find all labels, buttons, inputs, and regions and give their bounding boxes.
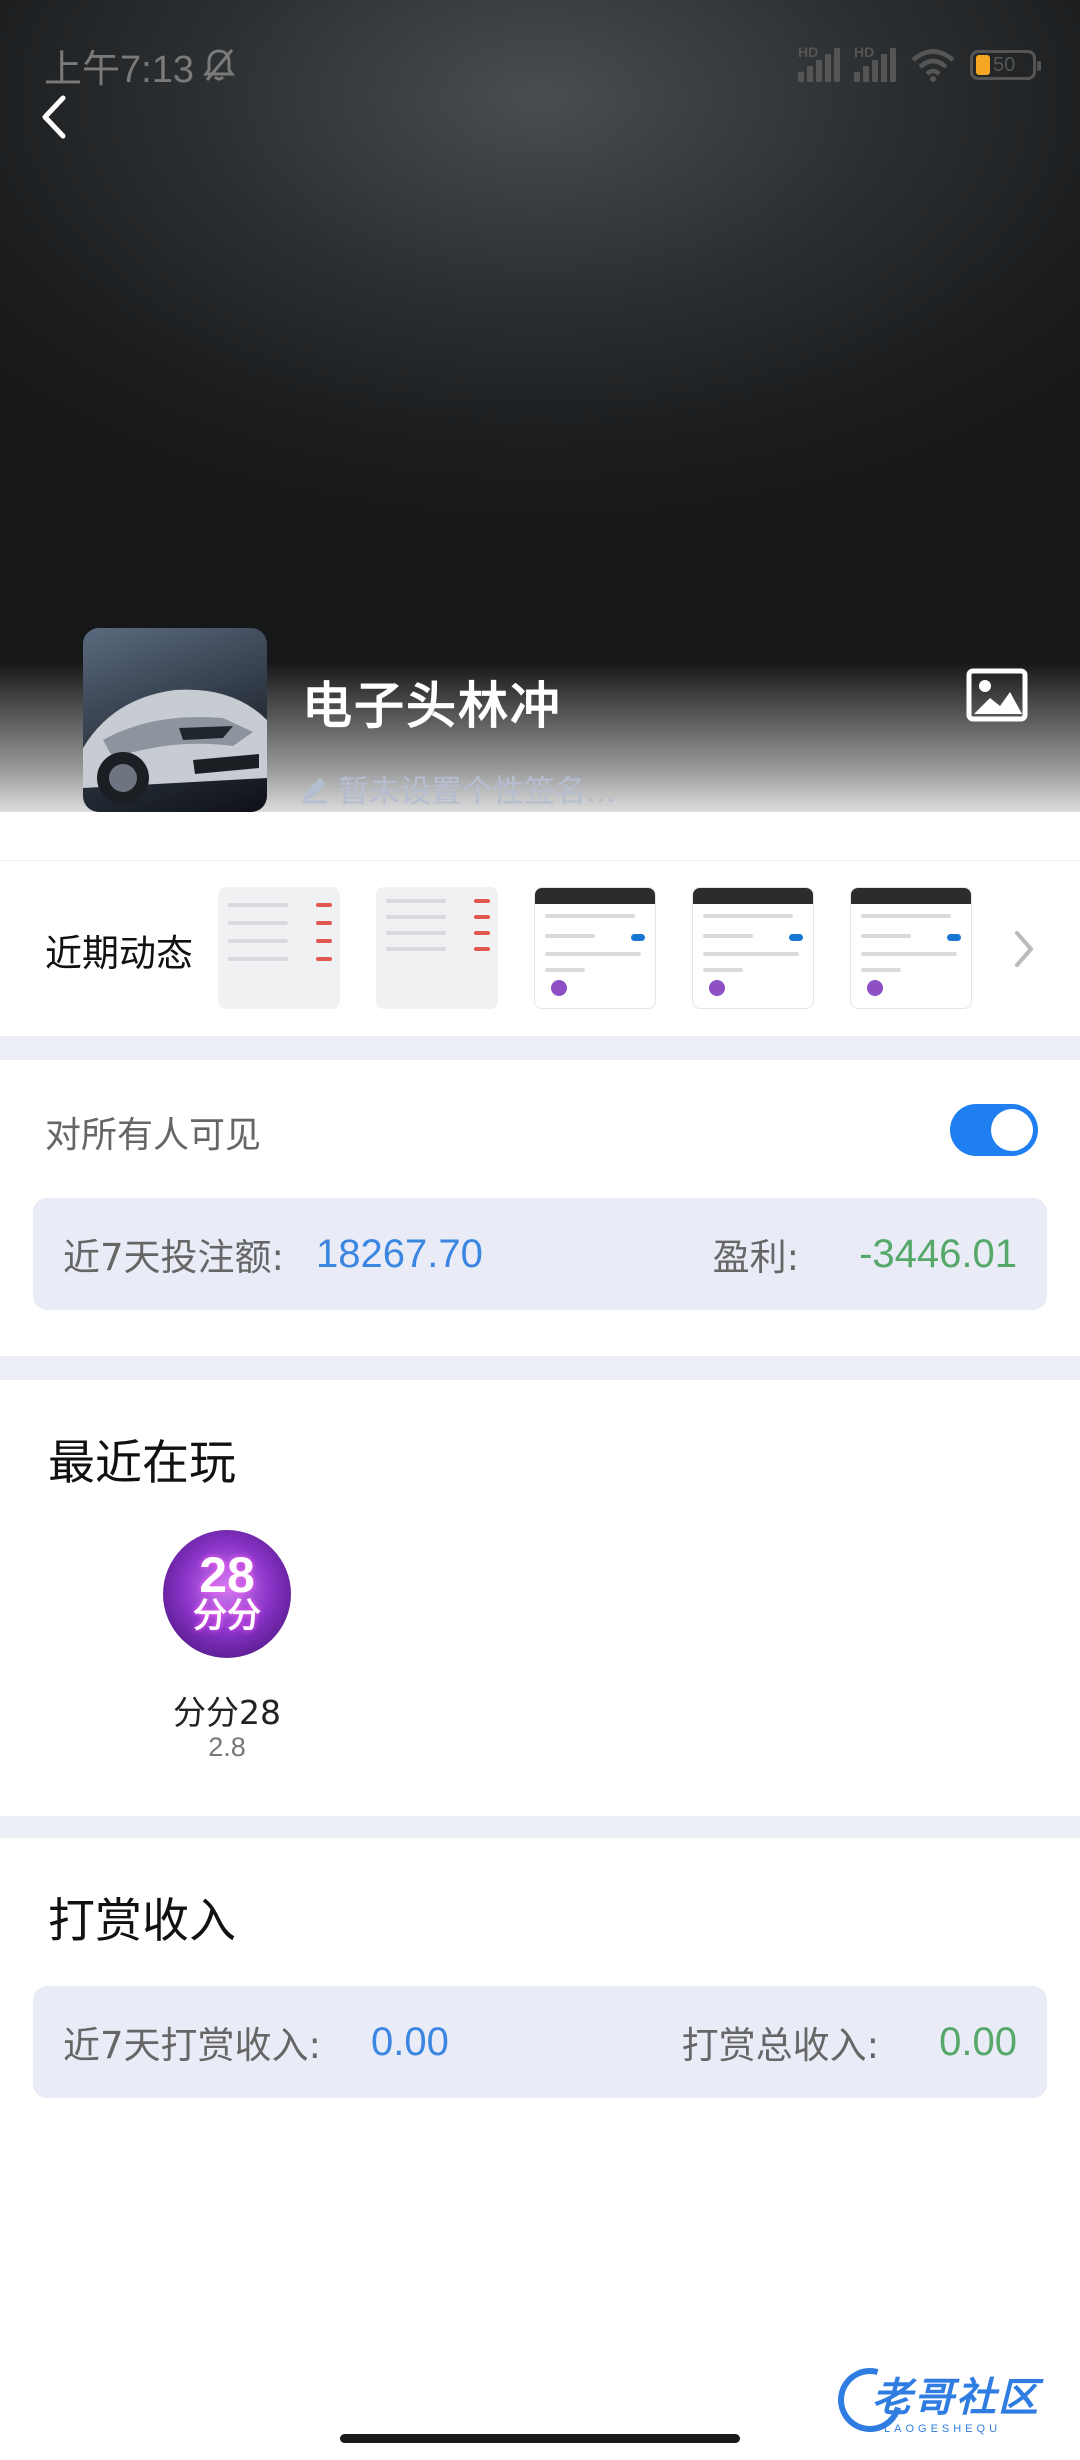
battery-level: 50 <box>993 54 1016 76</box>
chevron-left-icon <box>42 95 66 139</box>
week-reward-label: 近7天打赏收入: <box>63 2024 322 2067</box>
bell-muted-icon <box>202 49 235 81</box>
game-score: 2.8 <box>208 1732 246 1762</box>
visibility-section: 对所有人可见 近7天投注额: 18267.70 盈利: -3446.01 <box>0 1060 1080 1356</box>
signal-label: HD <box>854 44 875 60</box>
profit-label: 盈利: <box>712 1236 800 1279</box>
battery-icon: 50 <box>970 50 1041 80</box>
site-watermark: 老哥社区 LAOGESHEQU <box>826 2356 1068 2444</box>
game-icon-text: 分分 <box>193 1596 261 1636</box>
activity-thumbnail[interactable] <box>850 887 972 1009</box>
activity-thumbnail[interactable] <box>534 887 656 1009</box>
status-bar: 上午7:13 HD HD 50 <box>0 0 1080 130</box>
section-divider <box>0 1356 1080 1380</box>
recent-activity-label: 近期动态 <box>45 932 193 975</box>
signal-label: HD <box>798 44 819 60</box>
profile-row: 电子头林冲 暂未设置个性签名... <box>0 628 1080 812</box>
visibility-label: 对所有人可见 <box>45 1115 262 1156</box>
signal-icon: HD <box>798 44 840 82</box>
recently-played-section: 最近在玩 28 分分 分分28 2.8 <box>0 1380 1080 1816</box>
total-reward-label: 打赏总收入: <box>681 2024 880 2067</box>
reward-stats-card: 近7天打赏收入: 0.00 打赏总收入: 0.00 <box>33 1986 1047 2098</box>
reward-income-section: 打赏收入 近7天打赏收入: 0.00 打赏总收入: 0.00 <box>0 1838 1080 2398</box>
username: 电子头林冲 <box>302 677 562 735</box>
game-icon-number: 28 <box>199 1547 255 1603</box>
game-name[interactable]: 分分28 <box>120 1686 334 1734</box>
bet-amount-label: 近7天投注额: <box>63 1236 285 1279</box>
section-divider <box>0 1036 1080 1060</box>
pencil-icon <box>303 777 327 803</box>
signature-text: 暂未设置个性签名... <box>338 774 616 810</box>
week-reward-value: 0.00 <box>371 2019 449 2064</box>
game-icon[interactable]: 28 分分 <box>163 1530 291 1658</box>
bet-amount-value: 18267.70 <box>316 1231 483 1276</box>
change-cover-button[interactable] <box>966 668 1028 722</box>
car-image <box>83 689 267 804</box>
profile-header: 上午7:13 HD HD 50 电子头林冲 暂未设置个性签名... <box>0 0 1080 812</box>
recent-activity-row[interactable]: 近期动态 <box>0 860 1080 1036</box>
section-divider <box>0 1816 1080 1838</box>
status-time-text: 上午7:13 <box>44 48 194 91</box>
visibility-toggle[interactable] <box>950 1104 1038 1156</box>
back-button[interactable] <box>34 88 74 146</box>
total-reward-value: 0.00 <box>939 2019 1017 2064</box>
recently-played-title: 最近在玩 <box>48 1436 236 1491</box>
avatar[interactable] <box>83 628 267 812</box>
betting-stats-card: 近7天投注额: 18267.70 盈利: -3446.01 <box>33 1198 1047 1310</box>
chevron-right-icon[interactable] <box>1012 929 1036 969</box>
activity-thumbnail[interactable] <box>376 887 498 1009</box>
status-icons: HD HD 50 <box>798 44 1041 83</box>
profit-value: -3446.01 <box>859 1231 1017 1276</box>
reward-income-title: 打赏收入 <box>48 1894 236 1949</box>
status-time: 上午7:13 <box>44 38 236 93</box>
activity-thumbnail[interactable] <box>692 887 814 1009</box>
signal-icon: HD <box>854 44 896 82</box>
activity-thumbnail[interactable] <box>218 887 340 1009</box>
image-icon <box>966 668 1028 722</box>
watermark-en: LAOGESHEQU <box>884 2423 1002 2435</box>
home-indicator[interactable] <box>340 2434 740 2443</box>
wifi-icon <box>911 49 955 82</box>
signature-edit[interactable]: 暂未设置个性签名... <box>300 766 616 811</box>
